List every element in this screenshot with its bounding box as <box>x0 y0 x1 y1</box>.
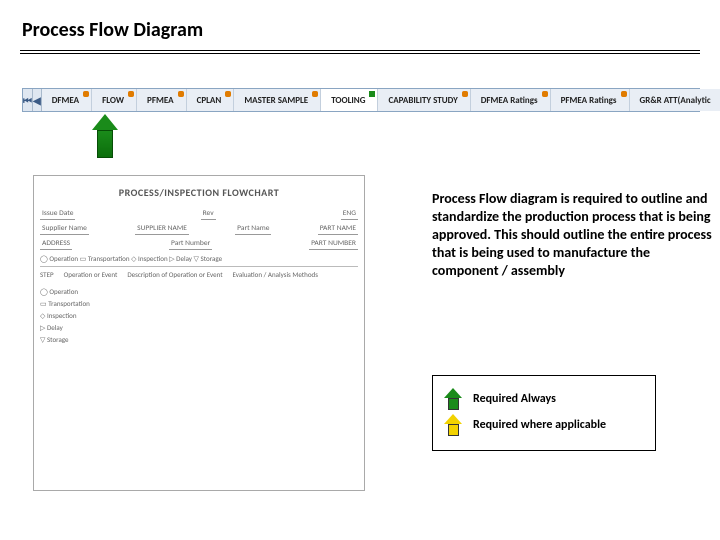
preview-hdr: Part Name <box>235 224 271 235</box>
preview-item: ▭ Transportation <box>40 299 358 308</box>
preview-item: ▽ Storage <box>40 335 358 344</box>
tab-label: CPLAN <box>197 95 222 106</box>
tab-nav-prev[interactable]: ◀ <box>33 89 42 111</box>
tab-tooling[interactable]: TOOLING <box>321 89 378 111</box>
tab-label: PFMEA <box>147 95 174 106</box>
tab-cplan[interactable]: CPLAN <box>187 89 235 111</box>
preview-hdr: Part Number <box>169 239 212 250</box>
preview-item: ◯ Operation <box>40 287 358 296</box>
preview-hdr: ENG <box>341 209 358 220</box>
sheet-tab-bar: ⏮ ◀ DFMEA FLOW PFMEA CPLAN MASTER SAMPLE… <box>22 88 700 112</box>
preview-col: Evaluation / Analysis Methods <box>233 270 318 279</box>
preview-col: Description of Operation or Event <box>127 270 222 279</box>
preview-col: STEP <box>40 270 54 279</box>
legend-row-required-always: Required Always <box>443 388 645 410</box>
tab-master-sample[interactable]: MASTER SAMPLE <box>234 89 321 111</box>
tab-capability-study[interactable]: CAPABILITY STUDY <box>378 89 470 111</box>
tab-flow[interactable]: FLOW <box>92 89 137 111</box>
tab-pfmea[interactable]: PFMEA <box>137 89 187 111</box>
flowchart-preview: PROCESS/INSPECTION FLOWCHART Issue Date … <box>33 175 365 491</box>
tab-nav-first[interactable]: ⏮ <box>23 89 33 111</box>
tab-dfmea-ratings[interactable]: DFMEA Ratings <box>471 89 551 111</box>
preview-col: Operation or Event <box>64 270 118 279</box>
arrow-icon-yellow <box>443 414 463 436</box>
preview-hdr: Rev <box>201 209 216 220</box>
description-text: Process Flow diagram is required to outl… <box>432 190 712 280</box>
tab-label: GR&R ATT(Analytic <box>640 95 711 106</box>
legend-label: Required Always <box>473 392 556 406</box>
tab-dfmea[interactable]: DFMEA <box>42 89 92 111</box>
preview-hdr: Supplier Name <box>40 224 89 235</box>
preview-legend: ◯ Operation ▭ Transportation ◇ Inspectio… <box>40 254 358 263</box>
tab-label: DFMEA Ratings <box>481 95 538 106</box>
tab-label: DFMEA <box>52 95 79 106</box>
legend-box: Required Always Required where applicabl… <box>432 375 656 451</box>
tab-label: PFMEA Ratings <box>561 95 617 106</box>
tab-label: TOOLING <box>331 95 365 106</box>
tab-grr-att[interactable]: GR&R ATT(Analytic <box>630 89 720 111</box>
highlight-arrow-green <box>92 114 118 158</box>
tab-pfmea-ratings[interactable]: PFMEA Ratings <box>551 89 630 111</box>
preview-hdr: ADDRESS <box>40 239 72 250</box>
preview-title: PROCESS/INSPECTION FLOWCHART <box>40 186 358 199</box>
preview-item: ▷ Delay <box>40 323 358 332</box>
tab-label: FLOW <box>102 95 124 106</box>
tab-label: MASTER SAMPLE <box>244 95 308 106</box>
legend-label: Required where applicable <box>473 418 606 432</box>
preview-hdr: PART NAME <box>318 224 358 235</box>
title-underline <box>20 50 700 54</box>
preview-hdr: SUPPLIER NAME <box>135 224 189 235</box>
preview-item: ◇ Inspection <box>40 311 358 320</box>
tab-label: CAPABILITY STUDY <box>388 95 457 106</box>
preview-hdr: Issue Date <box>40 209 75 220</box>
legend-row-required-applicable: Required where applicable <box>443 414 645 436</box>
arrow-icon-green <box>443 388 463 410</box>
preview-hdr: PART NUMBER <box>309 239 358 250</box>
page-title: Process Flow Diagram <box>22 18 203 42</box>
